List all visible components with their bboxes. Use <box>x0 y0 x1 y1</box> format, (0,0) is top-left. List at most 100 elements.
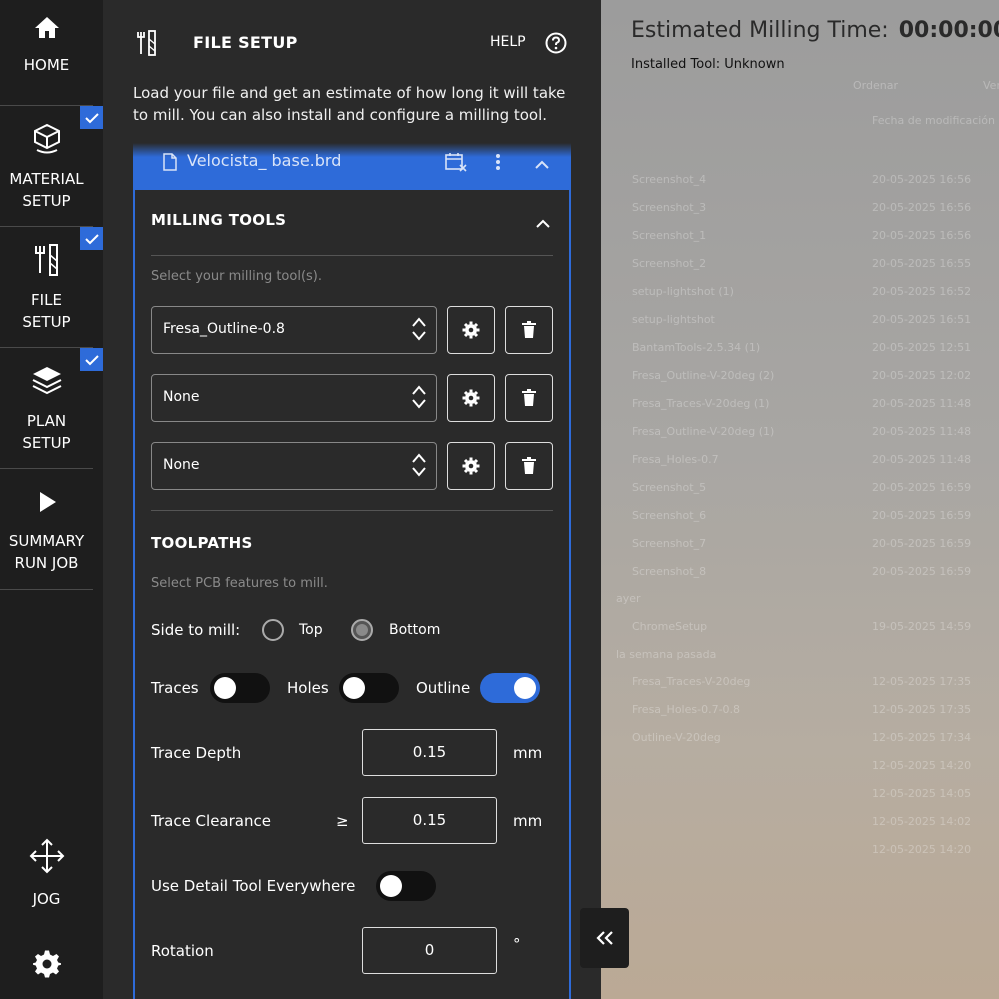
ghost-file-date: 19-05-2025 14:59 <box>872 620 972 633</box>
ghost-file-name: Screenshot_1 <box>632 229 707 242</box>
ghost-fecha-header: Fecha de modificación <box>872 114 996 127</box>
collapse-panel-button[interactable] <box>580 908 629 968</box>
ghost-file-name: Fresa_Holes-0.7-0.8 <box>632 703 741 716</box>
gear-icon <box>462 457 480 475</box>
page-title: FILE SETUP <box>193 33 298 52</box>
ghost-file-date: 20-05-2025 12:02 <box>872 369 972 382</box>
estimated-time-label: Estimated Milling Time: <box>631 18 889 43</box>
ghost-group-semana: la semana pasada <box>616 648 717 661</box>
rotation-degree-unit: ° <box>513 935 521 953</box>
toolpaths-title: TOOLPATHS <box>151 534 253 552</box>
ghost-file-date: 20-05-2025 11:48 <box>872 397 972 410</box>
file-settings-body: MILLING TOOLS Select your milling tool(s… <box>133 190 571 999</box>
milling-tools-chevron-up-icon[interactable] <box>536 214 550 233</box>
ghost-file-name: Outline-V-20deg <box>632 731 721 744</box>
detail-tool-toggle[interactable] <box>376 871 436 901</box>
ghost-ordenar: Ordenar <box>853 79 898 92</box>
rotation-input[interactable]: 0 <box>362 927 497 974</box>
tool-2-delete-button[interactable] <box>505 374 553 422</box>
ghost-file-date: 12-05-2025 17:35 <box>872 675 972 688</box>
ghost-file-name: Screenshot_6 <box>632 509 707 522</box>
nav-jog[interactable]: JOG <box>0 830 93 920</box>
side-bottom-label: Bottom <box>389 622 441 638</box>
gte-symbol: ≥ <box>336 812 349 830</box>
ghost-group-ayer: ayer <box>616 592 641 605</box>
ghost-file-date: 12-05-2025 14:05 <box>872 787 972 800</box>
ghost-file-name: Fresa_Outline-V-20deg (1) <box>632 425 775 438</box>
traces-toggle[interactable] <box>210 673 270 703</box>
nav-material-label-1: MATERIAL <box>9 170 84 188</box>
trace-clearance-input[interactable]: 0.15 <box>362 797 497 844</box>
side-to-mill-label: Side to mill: <box>151 621 241 639</box>
collapse-file-chevron-icon[interactable] <box>535 155 549 174</box>
trace-depth-unit: mm <box>513 744 543 762</box>
outline-toggle[interactable] <box>480 673 540 703</box>
ghost-file-date: 20-05-2025 16:59 <box>872 565 972 578</box>
tool-select-3[interactable]: None <box>151 442 437 490</box>
ghost-file-name: Screenshot_3 <box>632 201 707 214</box>
trace-depth-label: Trace Depth <box>151 744 242 762</box>
holes-toggle[interactable] <box>339 673 399 703</box>
ghost-file-date: 20-05-2025 16:56 <box>872 201 972 214</box>
nav-file-label-2: SETUP <box>22 313 71 331</box>
ghost-file-name: setup-lightshot <box>632 313 715 326</box>
ghost-file-name: Fresa_Traces-V-20deg (1) <box>632 397 770 410</box>
toolpaths-hint: Select PCB features to mill. <box>151 576 328 591</box>
left-nav: HOME MATERIAL SETUP FILE SETUP PLAN SETU… <box>0 0 103 999</box>
tool-select-1[interactable]: Fresa_Outline-0.8 <box>151 306 437 354</box>
trash-icon <box>522 389 536 406</box>
nav-home[interactable]: HOME <box>0 0 93 106</box>
nav-summary-label-2: RUN JOB <box>14 554 79 572</box>
ghost-file-date: 20-05-2025 16:51 <box>872 313 972 326</box>
side-top-radio[interactable] <box>262 619 284 641</box>
estimated-time-value: 00:00:00 <box>898 18 999 43</box>
settings-gear-icon[interactable] <box>32 950 62 978</box>
ghost-file-name: Screenshot_8 <box>632 565 707 578</box>
plan-check-icon <box>80 348 103 371</box>
nav-file-label-1: FILE <box>31 291 62 309</box>
trace-depth-input[interactable]: 0.15 <box>362 729 497 776</box>
file-check-icon <box>80 227 103 250</box>
file-setup-tools-icon <box>136 30 158 60</box>
trash-icon <box>522 321 536 338</box>
tool-2-settings-button[interactable] <box>447 374 495 422</box>
home-icon <box>0 15 93 39</box>
updown-arrows-icon <box>412 317 426 345</box>
help-link[interactable]: HELP <box>490 34 526 50</box>
more-options-icon[interactable] <box>495 153 501 175</box>
holes-label: Holes <box>287 679 329 697</box>
nav-plan-label-1: PLAN <box>26 412 67 430</box>
ghost-file-date: 12-05-2025 14:20 <box>872 843 972 856</box>
ghost-ver: Ver <box>983 79 999 92</box>
file-header[interactable]: Velocista_ base.brd <box>133 143 571 190</box>
detail-tool-label: Use Detail Tool Everywhere <box>151 877 356 895</box>
remove-file-icon[interactable] <box>445 152 467 176</box>
intro-text: Load your file and get an estimate of ho… <box>133 84 566 124</box>
ghost-file-name: setup-lightshot (1) <box>632 285 734 298</box>
tool-1-settings-button[interactable] <box>447 306 495 354</box>
tool-select-2[interactable]: None <box>151 374 437 422</box>
ghost-file-name: Fresa_Outline-V-20deg (2) <box>632 369 775 382</box>
ghost-file-name: Screenshot_4 <box>632 173 707 186</box>
tool-3-settings-button[interactable] <box>447 442 495 490</box>
ghost-file-date: 20-05-2025 16:59 <box>872 537 972 550</box>
trash-icon <box>522 457 536 474</box>
ghost-file-date: 20-05-2025 16:56 <box>872 173 972 186</box>
ghost-file-name: Fresa_Traces-V-20deg <box>632 675 751 688</box>
nav-material-label-2: SETUP <box>22 192 71 210</box>
estimated-time: Estimated Milling Time: 00:00:00 <box>631 18 999 43</box>
nav-summary-run-job[interactable]: SUMMARY RUN JOB <box>0 469 93 590</box>
side-top-label: Top <box>299 622 323 638</box>
pcb-viewer[interactable]: Ordenar Ver Fecha de modificación Screen… <box>601 0 999 999</box>
installed-tool: Installed Tool: Unknown <box>631 57 785 72</box>
side-bottom-radio[interactable] <box>351 619 373 641</box>
play-icon <box>0 491 93 513</box>
tool-1-delete-button[interactable] <box>505 306 553 354</box>
divider <box>151 255 553 256</box>
nav-plan-label-2: SETUP <box>22 434 71 452</box>
tool-3-delete-button[interactable] <box>505 442 553 490</box>
move-arrows-icon <box>0 838 93 874</box>
outline-label: Outline <box>416 679 471 697</box>
gear-icon <box>462 321 480 339</box>
help-icon[interactable] <box>545 32 567 58</box>
